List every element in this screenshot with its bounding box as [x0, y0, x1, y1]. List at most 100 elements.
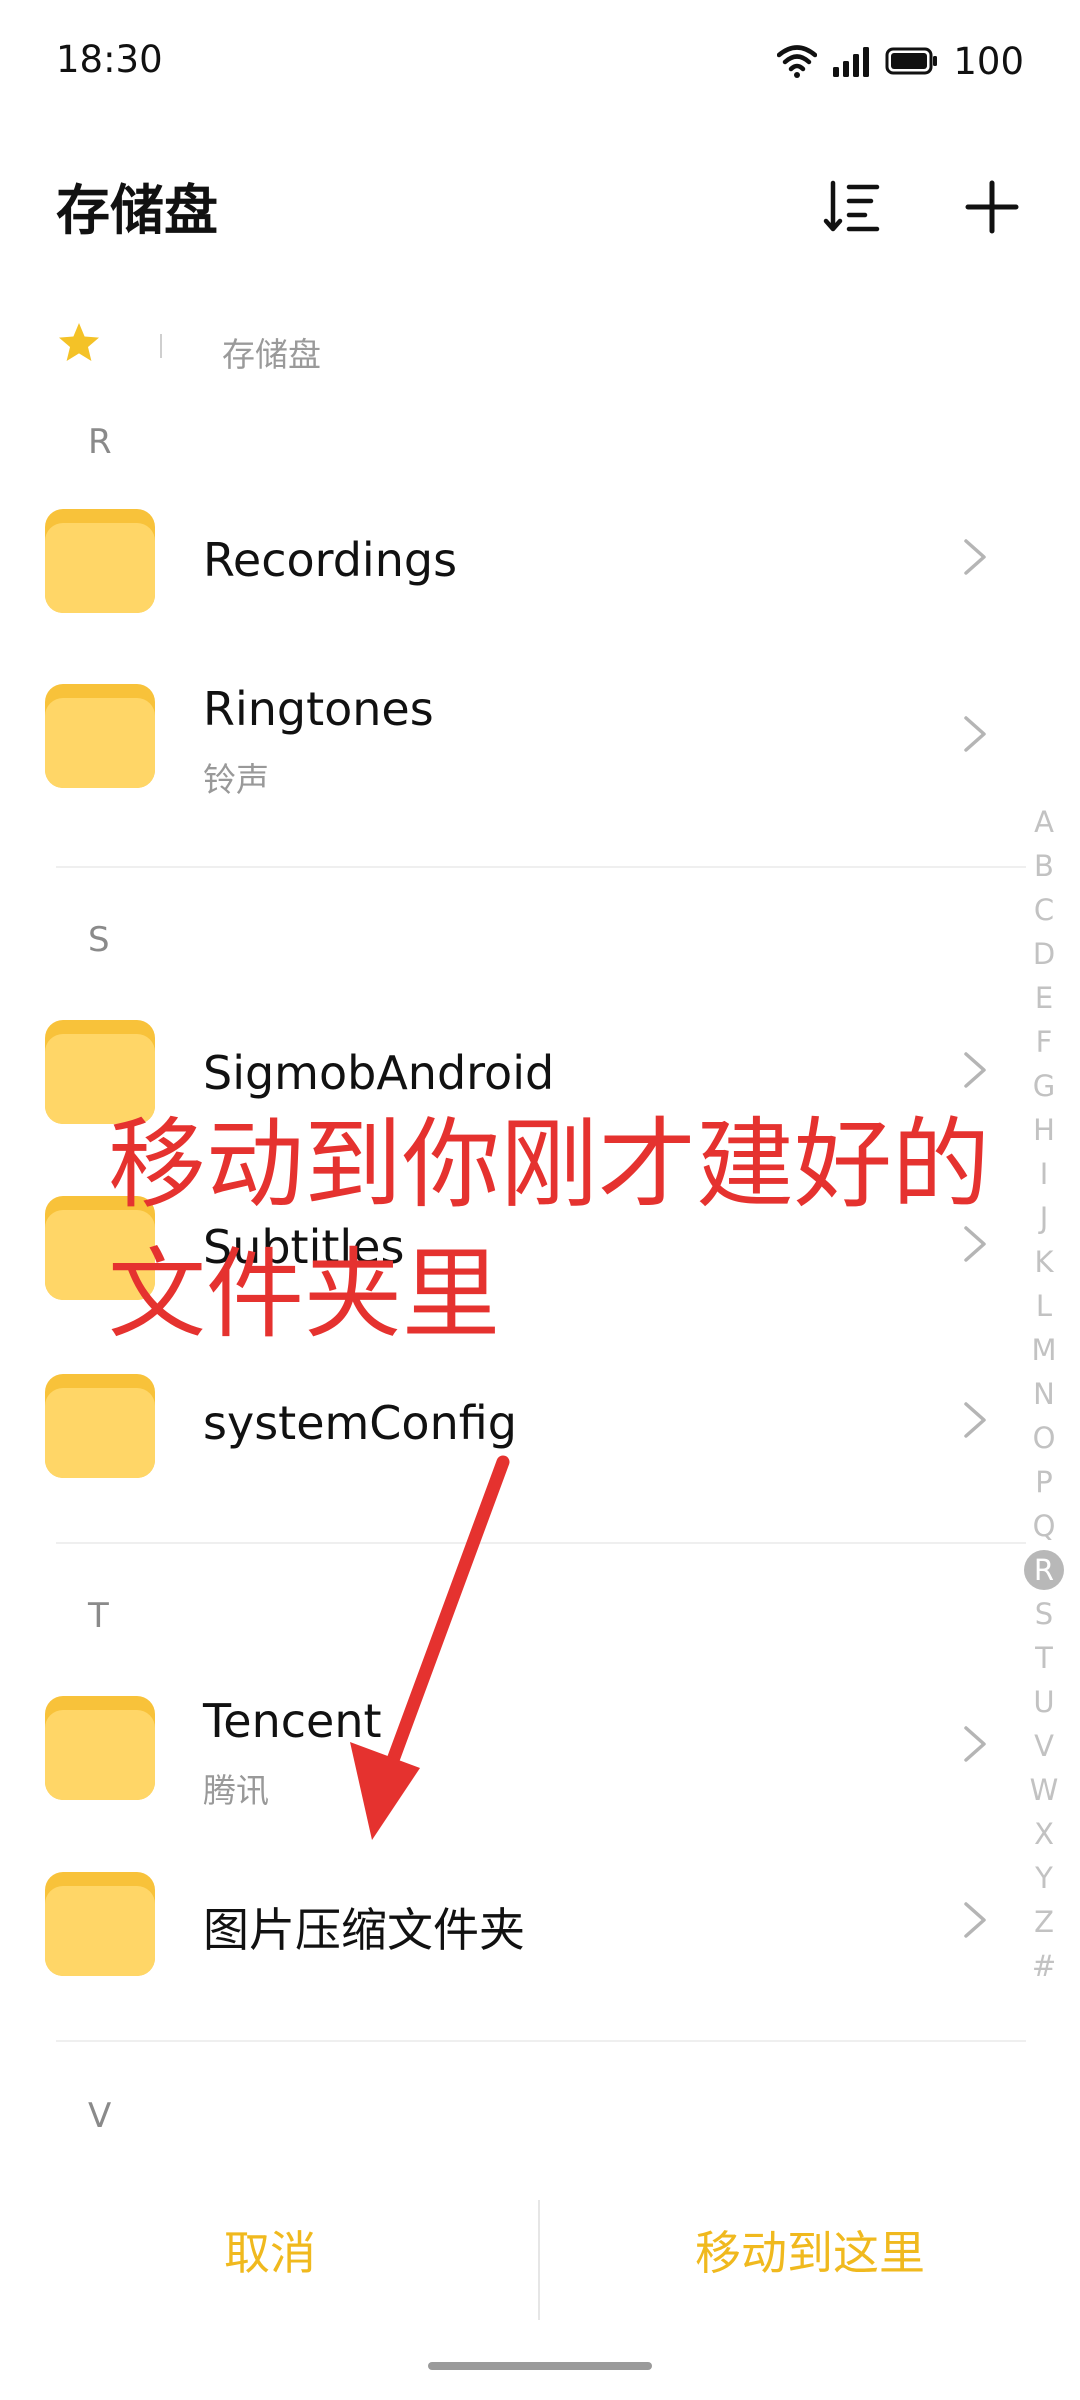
- alpha-index-letter-label: C: [1033, 893, 1055, 927]
- section-header-r: R: [88, 422, 112, 462]
- alpha-index-letter[interactable]: L: [1012, 1284, 1076, 1328]
- battery-level: 100: [953, 39, 1024, 83]
- chevron-right-icon: [964, 716, 986, 752]
- folder-subtitle: 铃声: [203, 760, 269, 799]
- alpha-index-letter-label: X: [1034, 1817, 1054, 1851]
- move-here-button[interactable]: 移动到这里: [540, 2190, 1080, 2310]
- alpha-index-letter[interactable]: W: [1012, 1768, 1076, 1812]
- alpha-index-letter[interactable]: Z: [1012, 1900, 1076, 1944]
- folder-row[interactable]: Ringtones 铃声: [0, 660, 1010, 820]
- alpha-index-letter-label: I: [1039, 1157, 1049, 1191]
- battery-icon: [885, 47, 938, 75]
- folder-icon: [45, 1696, 155, 1800]
- section-divider: [56, 1542, 1026, 1544]
- alpha-index-letter-label: N: [1033, 1377, 1055, 1411]
- wifi-icon: [777, 45, 818, 78]
- alpha-index-letter[interactable]: X: [1012, 1812, 1076, 1856]
- add-folder-button[interactable]: [957, 172, 1027, 242]
- alpha-index-letter[interactable]: P: [1012, 1460, 1076, 1504]
- alpha-index-letter[interactable]: R: [1012, 1548, 1076, 1592]
- alpha-index-letter[interactable]: N: [1012, 1372, 1076, 1416]
- signal-icon: [833, 47, 870, 77]
- folder-name: systemConfig: [203, 1396, 517, 1450]
- alpha-index-letter[interactable]: E: [1012, 976, 1076, 1020]
- folder-row[interactable]: systemConfig: [0, 1340, 1010, 1500]
- annotation-text: 移动到你刚才建好的 文件夹里: [108, 1100, 990, 1360]
- alpha-index-letter[interactable]: M: [1012, 1328, 1076, 1372]
- alpha-index-letter-label: A: [1034, 805, 1054, 839]
- alpha-index-letter-label: B: [1034, 849, 1054, 883]
- home-indicator[interactable]: [428, 2362, 652, 2370]
- alpha-index-letter-label: D: [1032, 937, 1056, 971]
- folder-name: SigmobAndroid: [203, 1046, 555, 1100]
- alpha-index-letter[interactable]: C: [1012, 888, 1076, 932]
- status-time: 18:30: [56, 38, 163, 81]
- alpha-index-letter[interactable]: F: [1012, 1020, 1076, 1064]
- annotation-line-2: 文件夹里: [108, 1238, 501, 1352]
- annotation-line-1: 移动到你刚才建好的: [108, 1108, 991, 1222]
- alpha-index-letter[interactable]: J: [1012, 1196, 1076, 1240]
- cancel-button[interactable]: 取消: [0, 2190, 540, 2310]
- folder-row[interactable]: 图片压缩文件夹: [0, 1840, 1010, 2000]
- alpha-index-letter-label: O: [1032, 1421, 1056, 1455]
- folder-icon: [45, 1872, 155, 1976]
- alpha-index-letter[interactable]: #: [1012, 1944, 1076, 1988]
- alpha-index-letter[interactable]: Q: [1012, 1504, 1076, 1548]
- folder-icon: [45, 509, 155, 613]
- folder-icon: [45, 684, 155, 788]
- alpha-index-letter-label: #: [1031, 1949, 1057, 1983]
- chevron-right-icon: [964, 1902, 986, 1938]
- section-divider: [56, 2040, 1026, 2042]
- sort-button[interactable]: [818, 172, 888, 242]
- alpha-index-letter-label: U: [1033, 1685, 1055, 1719]
- alpha-index-letter-label: F: [1035, 1025, 1053, 1059]
- alpha-index-letter[interactable]: I: [1012, 1152, 1076, 1196]
- alpha-index-letter[interactable]: K: [1012, 1240, 1076, 1284]
- alpha-index-letter-label: P: [1035, 1465, 1053, 1499]
- folder-name: 图片压缩文件夹: [203, 1903, 525, 1957]
- alphabet-index[interactable]: A B C D E F G H I J K L M N O P Q R S T U V W X Y Z #: [1012, 800, 1076, 1988]
- alpha-index-letter[interactable]: G: [1012, 1064, 1076, 1108]
- section-header-t: T: [88, 1596, 109, 1636]
- alpha-index-letter[interactable]: U: [1012, 1680, 1076, 1724]
- alpha-index-letter-label: W: [1029, 1773, 1059, 1807]
- alpha-index-letter[interactable]: H: [1012, 1108, 1076, 1152]
- breadcrumb-separator: [160, 334, 162, 358]
- alpha-index-letter[interactable]: D: [1012, 932, 1076, 976]
- status-icons: 100: [777, 36, 1024, 86]
- alpha-index-letter[interactable]: V: [1012, 1724, 1076, 1768]
- sort-icon: [823, 180, 880, 232]
- alpha-index-letter-label: L: [1035, 1289, 1053, 1323]
- alpha-index-letter-label: K: [1034, 1245, 1054, 1279]
- alpha-index-letter-label: M: [1031, 1333, 1057, 1367]
- alpha-index-letter-label: S: [1034, 1597, 1054, 1631]
- alpha-index-letter-label: J: [1039, 1201, 1049, 1235]
- chevron-right-icon: [964, 1402, 986, 1438]
- chevron-right-icon: [964, 539, 986, 575]
- alpha-index-letter[interactable]: O: [1012, 1416, 1076, 1460]
- status-bar: 18:30 100: [0, 0, 1080, 125]
- breadcrumb-current[interactable]: 存储盘: [222, 328, 321, 376]
- alpha-index-letter-label: G: [1032, 1069, 1056, 1103]
- alpha-index-letter-label: Q: [1032, 1509, 1056, 1543]
- alpha-index-letter[interactable]: B: [1012, 844, 1076, 888]
- alpha-index-letter-label: Y: [1035, 1861, 1053, 1895]
- chevron-right-icon: [964, 1052, 986, 1088]
- alpha-index-letter[interactable]: T: [1012, 1636, 1076, 1680]
- bottom-action-bar: 取消 移动到这里: [0, 2190, 1080, 2320]
- folder-name: Tencent: [203, 1694, 382, 1748]
- plus-icon: [965, 180, 1019, 234]
- alpha-index-letter-label: R: [1024, 1550, 1064, 1590]
- star-icon: [59, 323, 99, 361]
- alpha-index-letter[interactable]: Y: [1012, 1856, 1076, 1900]
- alpha-index-letter-label: T: [1035, 1641, 1053, 1675]
- alpha-index-letter-label: H: [1033, 1113, 1055, 1147]
- alpha-index-letter[interactable]: A: [1012, 800, 1076, 844]
- folder-name: Recordings: [203, 533, 458, 587]
- folder-row[interactable]: Tencent 腾讯: [0, 1660, 1010, 1820]
- alpha-index-letter[interactable]: S: [1012, 1592, 1076, 1636]
- breadcrumb-favorites[interactable]: [56, 320, 102, 370]
- section-divider: [56, 866, 1026, 868]
- folder-row[interactable]: Recordings: [0, 485, 1010, 645]
- header: 存储盘: [0, 150, 1080, 260]
